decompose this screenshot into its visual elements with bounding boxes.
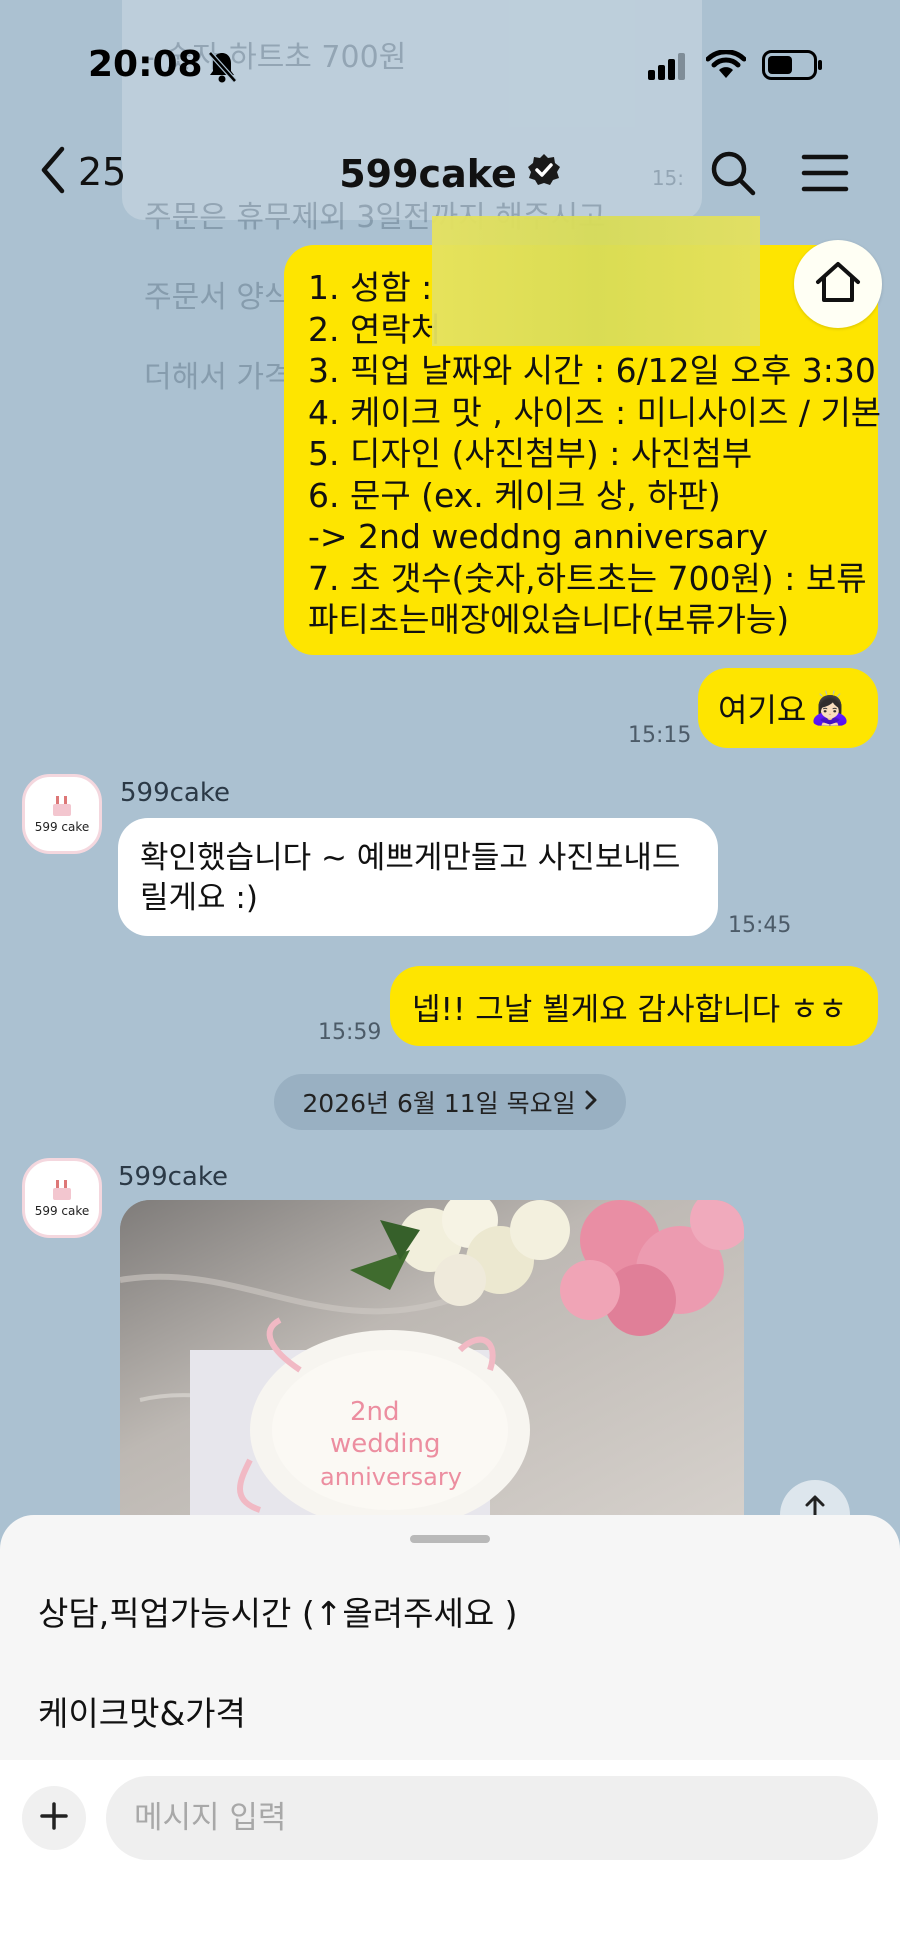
- order-line: 3. 픽업 날짜와 시간 : 6/12일 오후 3:30: [308, 351, 876, 390]
- wifi-icon: [705, 49, 747, 84]
- quick-reply-item[interactable]: 상담,픽업가능시간 (↑올려주세요 ): [38, 1587, 518, 1635]
- order-line: 6. 문구 (ex. 케이크 상, 하판): [308, 475, 721, 515]
- message-text: 여기요: [718, 691, 807, 729]
- reply-message[interactable]: 넵!! 그날 뵐게요 감사합니다 ㅎㅎ: [390, 966, 878, 1046]
- search-icon[interactable]: [708, 148, 758, 202]
- cake-photo-image: 2nd wedding anniversary: [120, 1200, 744, 1520]
- cellular-signal-icon: [648, 52, 688, 84]
- order-line: 4. 케이크 맛 , 사이즈 : 미니사이즈 / 기본: [308, 392, 882, 432]
- order-line: 5. 디자인 (사진첨부) : 사진첨부: [308, 434, 753, 473]
- verified-badge-icon: [527, 152, 561, 196]
- message-input[interactable]: [106, 1776, 878, 1860]
- sender-name: 599cake: [118, 1162, 228, 1192]
- cake-logo-icon: [53, 796, 71, 816]
- cake-writing: 2nd: [350, 1397, 400, 1427]
- redacted-blur: [432, 216, 760, 346]
- date-text: 2026년 6월 11일 목요일: [302, 1089, 576, 1118]
- chat-title[interactable]: 599cake: [0, 152, 900, 196]
- message-time: 15:45: [728, 913, 792, 938]
- message-line: 확인했습니다 ~ 예쁘게만들고 사진보내드: [140, 840, 681, 876]
- attach-button[interactable]: [22, 1786, 86, 1850]
- sender-name: 599cake: [120, 778, 230, 808]
- quick-reply-sheet: 상담,픽업가능시간 (↑올려주세요 ) 케이크맛&가격: [0, 1515, 900, 1760]
- order-line: 파티초는매장에있습니다(보류가능): [308, 600, 790, 639]
- message-line: 릴게요 :): [140, 880, 258, 916]
- chat-title-text: 599cake: [339, 152, 517, 196]
- avatar[interactable]: 599 cake: [22, 1158, 102, 1238]
- message-time: 15:15: [628, 723, 692, 748]
- cake-photo[interactable]: 2nd wedding anniversary: [120, 1200, 744, 1520]
- bowing-emoji: 🙇🏻‍♀️: [810, 689, 851, 727]
- cake-logo-icon: [53, 1180, 71, 1200]
- chat-header: 25 599cake: [0, 130, 900, 220]
- home-button[interactable]: [794, 240, 882, 328]
- chevron-right-icon: [584, 1088, 598, 1117]
- battery-icon: [762, 50, 824, 84]
- avatar-name: 599 cake: [34, 820, 90, 834]
- bell-off-icon: [206, 50, 238, 88]
- message-time: 15:59: [318, 1020, 382, 1045]
- quick-reply-item[interactable]: 케이크맛&가격: [38, 1687, 246, 1735]
- status-bar: 20:08: [0, 0, 900, 120]
- status-time: 20:08: [88, 44, 203, 85]
- message-text: 넵!! 그날 뵐게요 감사합니다 ㅎㅎ: [412, 991, 848, 1028]
- here-message[interactable]: 여기요 🙇🏻‍♀️: [698, 668, 878, 748]
- order-line: -> 2nd weddng anniversary: [308, 517, 769, 556]
- cake-writing: anniversary: [320, 1463, 462, 1491]
- menu-icon[interactable]: [800, 152, 850, 198]
- avatar[interactable]: 599 cake: [22, 774, 102, 854]
- avatar-name: 599 cake: [34, 1204, 90, 1218]
- message-input-bar: [0, 1760, 900, 1950]
- plus-icon: [39, 1801, 69, 1835]
- confirm-message[interactable]: 확인했습니다 ~ 예쁘게만들고 사진보내드 릴게요 :): [118, 818, 718, 936]
- cake-writing: wedding: [330, 1429, 440, 1459]
- order-line: 7. 초 갯수(숫자,하트초는 700원) : 보류: [308, 558, 867, 598]
- sheet-handle[interactable]: [410, 1535, 490, 1543]
- date-divider[interactable]: 2026년 6월 11일 목요일: [274, 1074, 626, 1130]
- home-icon: [814, 260, 862, 308]
